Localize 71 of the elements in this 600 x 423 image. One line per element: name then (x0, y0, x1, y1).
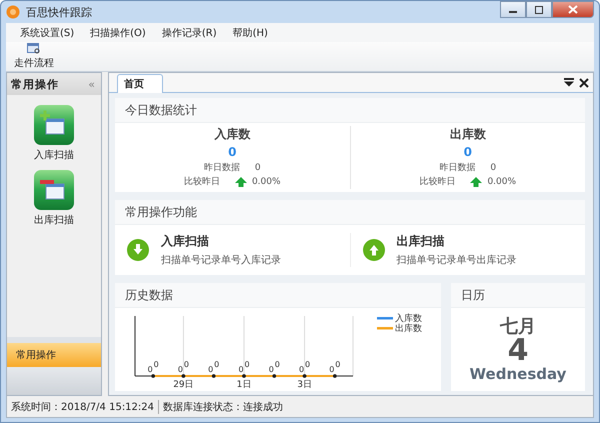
legend-label: 出库数 (395, 324, 422, 334)
sidebar-section-tab[interactable]: 常用操作 (7, 343, 101, 367)
shortcut-description: 扫描单号记录单号出库记录 (396, 254, 516, 267)
axis-label: 29日 (173, 380, 194, 388)
axis-label: 3日 (297, 380, 312, 388)
menu-item[interactable]: 操作记录(R) (156, 26, 223, 40)
data-label: 0 (244, 360, 250, 369)
up-arrow-icon (234, 177, 247, 187)
grid-line (182, 316, 184, 376)
card-title: 历史数据 (115, 283, 441, 308)
stat-label: 比较昨日 (184, 176, 221, 189)
toolbar-button[interactable]: 走件流程 (14, 43, 54, 70)
stat-value: 0 (254, 162, 261, 175)
axis-label: 1日 (236, 380, 252, 388)
stat-value: 0 (228, 145, 236, 159)
data-label: 0 (148, 365, 153, 374)
sidebar-title: 常用操作 (11, 76, 59, 92)
data-label: 0 (178, 365, 183, 374)
sidebar-item[interactable]: 入库扫描 (34, 105, 74, 162)
app-logo-icon (6, 5, 20, 19)
data-label: 0 (154, 360, 159, 369)
minimize-button[interactable] (500, 1, 526, 18)
stat-value: 0.00% (252, 176, 281, 189)
dropdown-icon[interactable] (564, 78, 575, 87)
grid-line (304, 316, 306, 376)
close-button[interactable] (552, 1, 594, 18)
stat-label: 昨日数据 (204, 162, 241, 175)
close-icon (568, 5, 578, 14)
shortcut-link[interactable]: 入库扫描 (161, 233, 281, 250)
stat-value: 0 (464, 145, 472, 159)
resize-grip[interactable] (7, 337, 101, 343)
card-title: 今日数据统计 (115, 98, 585, 123)
card-title: 日历 (451, 283, 585, 308)
remove-window-icon (34, 170, 74, 210)
shortcut-link[interactable]: 出库扫描 (396, 233, 516, 250)
data-label: 0 (335, 360, 340, 369)
data-label: 0 (184, 360, 189, 369)
data-label: 0 (299, 365, 304, 374)
status-text: 数据库连接状态：连接成功 (158, 400, 288, 414)
sidebar-item[interactable]: 出库扫描 (34, 170, 74, 227)
shortcut-description: 扫描单号记录单号入库记录 (161, 254, 281, 267)
calendar-day: 4 (508, 336, 528, 366)
window-search-icon (27, 43, 41, 55)
stat-label: 比较昨日 (419, 176, 456, 189)
card-title: 常用操作功能 (115, 200, 585, 225)
up-arrow-icon (470, 177, 482, 187)
data-label: 0 (208, 365, 214, 374)
stat-value: 0 (490, 162, 496, 175)
data-label: 0 (274, 360, 280, 369)
data-label: 0 (305, 360, 310, 369)
maximize-button[interactable] (526, 1, 552, 18)
tab[interactable]: 首页 (117, 74, 163, 93)
stat-heading: 出库数 (450, 126, 486, 143)
close-icon[interactable] (579, 78, 589, 88)
add-window-icon (34, 105, 74, 145)
calendar-month: 七月 (500, 316, 536, 336)
menu-item[interactable]: 帮助(H) (226, 26, 274, 40)
window-title: 百思快件跟踪 (26, 4, 92, 20)
calendar-weekday: Wednesday (470, 366, 566, 382)
stat-heading: 入库数 (214, 126, 250, 143)
data-label: 0 (214, 360, 220, 369)
stat-label: 昨日数据 (439, 162, 476, 175)
data-label: 0 (268, 365, 274, 374)
legend-label: 入库数 (395, 314, 422, 324)
maximize-icon (534, 6, 544, 14)
data-label: 0 (329, 365, 334, 374)
data-label: 0 (238, 365, 244, 374)
status-text: 系统时间：2018/7/4 15:12:24 (10, 400, 156, 414)
menu-item[interactable]: 扫描操作(O) (84, 26, 152, 40)
stat-value: 0.00% (487, 176, 516, 189)
menu-item[interactable]: 系统设置(S) (14, 26, 80, 40)
